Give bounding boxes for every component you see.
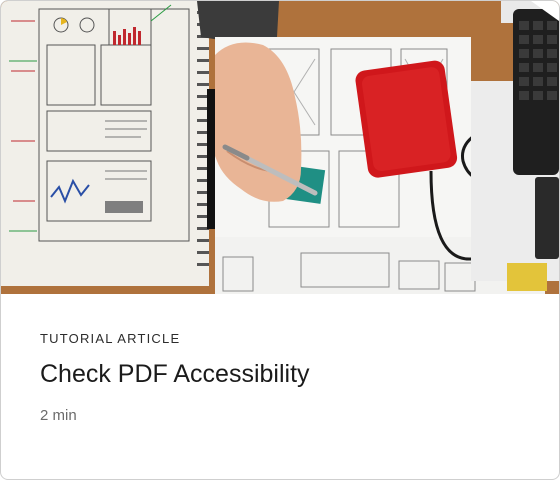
content-type-label: TUTORIAL ARTICLE — [40, 331, 181, 346]
card-thumbnail-image — [1, 1, 559, 294]
read-time: 2 min — [40, 407, 77, 424]
card-title[interactable]: Check PDF Accessibility — [40, 360, 310, 389]
tutorial-card[interactable]: TUTORIAL ARTICLE Check PDF Accessibility… — [0, 0, 560, 480]
card-body: TUTORIAL ARTICLE Check PDF Accessibility… — [1, 294, 559, 479]
